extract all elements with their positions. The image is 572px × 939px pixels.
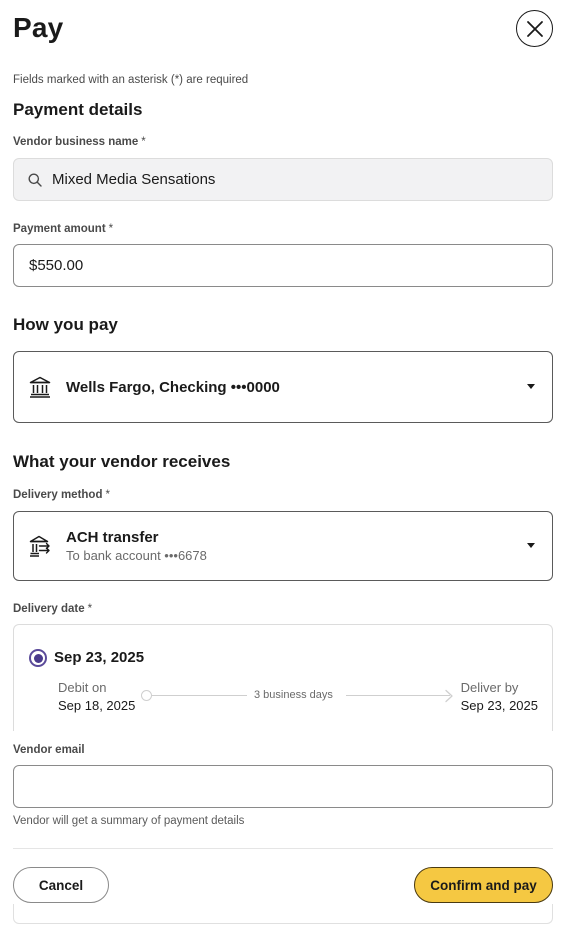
bank-transfer-icon: [29, 535, 50, 557]
chevron-down-icon: [527, 384, 535, 389]
payment-details-heading: Payment details: [13, 100, 143, 119]
search-icon: [28, 173, 42, 187]
payment-amount-input[interactable]: $550.00: [13, 244, 553, 287]
deliver-label: Deliver by: [460, 680, 519, 695]
cancel-button[interactable]: Cancel: [13, 867, 109, 903]
payment-account-value: Wells Fargo, Checking •••0000: [66, 378, 280, 396]
vendor-email-label: Vendor email: [13, 744, 85, 756]
confirm-and-pay-button[interactable]: Confirm and pay: [414, 867, 553, 903]
debit-date: Sep 18, 2025: [58, 698, 136, 713]
chevron-down-icon: [527, 543, 535, 548]
vendor-email-helper: Vendor will get a summary of payment det…: [13, 815, 245, 827]
delivery-date-value: Sep 23, 2025: [54, 649, 145, 666]
delivery-method-text: ACH transfer To bank account •••6678: [66, 529, 207, 563]
payment-account-select[interactable]: Wells Fargo, Checking •••0000: [13, 351, 553, 423]
deliver-date: Sep 23, 2025: [460, 698, 538, 713]
timeline-start-dot: [141, 690, 152, 701]
delivery-method-select[interactable]: ACH transfer To bank account •••6678: [13, 511, 553, 581]
business-days-label: 3 business days: [254, 689, 333, 701]
how-you-pay-heading: How you pay: [13, 315, 118, 334]
delivery-date-label: Delivery date *: [13, 603, 93, 615]
page-title: Pay: [13, 12, 64, 43]
debit-label: Debit on: [58, 680, 107, 695]
radio-dot: [33, 653, 43, 663]
payment-amount-label: Payment amount *: [13, 223, 114, 235]
card-edge: [13, 904, 553, 924]
delivery-method-sub: To bank account •••6678: [66, 548, 207, 563]
timeline-line: [346, 695, 450, 696]
delivery-date-option[interactable]: Sep 23, 2025 Debit on Sep 18, 2025 3 bus…: [13, 624, 553, 731]
delivery-method-label: Delivery method *: [13, 489, 110, 501]
close-icon: [526, 20, 543, 37]
debit-info: Debit on Sep 18, 2025: [58, 680, 135, 713]
required-note: Fields marked with an asterisk (*) are r…: [13, 74, 249, 86]
vendor-receives-heading: What your vendor receives: [13, 452, 231, 471]
timeline-line: [152, 695, 247, 696]
vendor-name-label: Vendor business name *: [13, 136, 146, 148]
delivery-date-radio[interactable]: [29, 649, 47, 667]
bank-icon: [29, 376, 51, 398]
footer-divider: [13, 848, 553, 849]
vendor-name-value: Mixed Media Sensations: [52, 171, 216, 188]
close-button[interactable]: [516, 10, 553, 47]
arrow-right-icon: [445, 689, 453, 703]
vendor-search-input[interactable]: Mixed Media Sensations: [13, 158, 553, 201]
deliver-info: Deliver by Sep 23, 2025: [461, 680, 538, 713]
delivery-method-value: ACH transfer: [66, 529, 159, 546]
vendor-email-input[interactable]: [13, 765, 553, 808]
